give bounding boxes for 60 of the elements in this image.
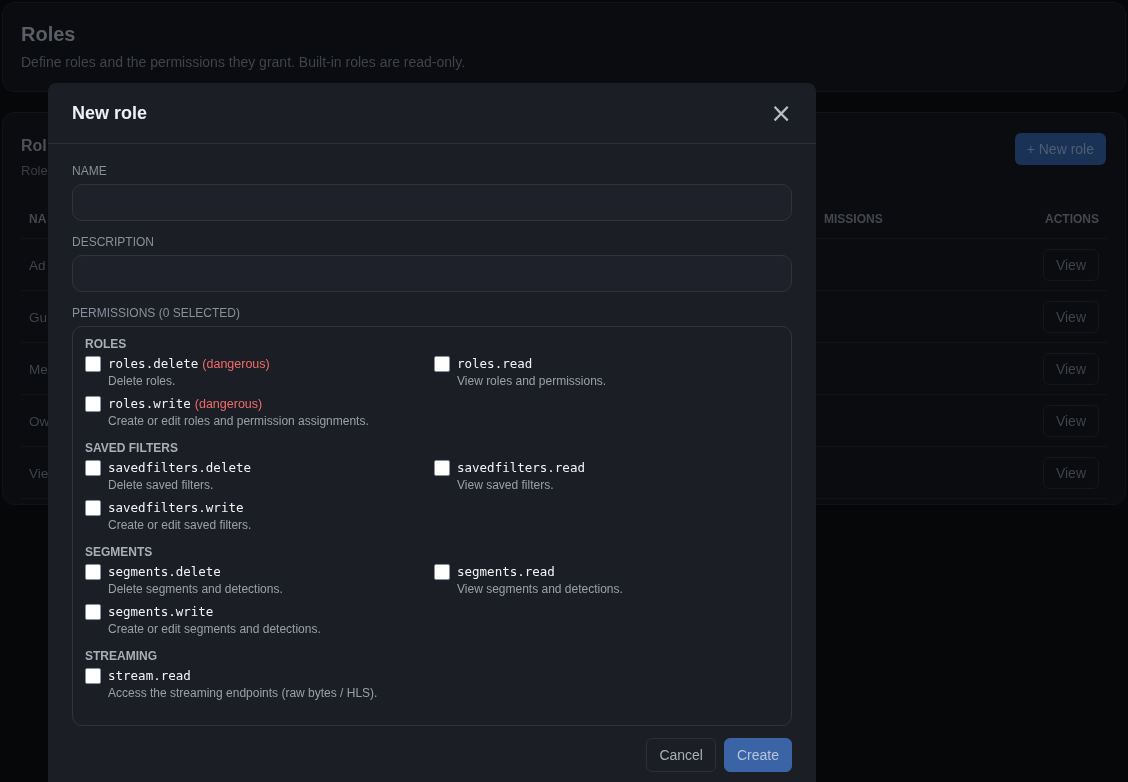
input-field[interactable] [72,255,792,292]
permission-description: View saved filters. [457,478,555,492]
permission-name: savedfilters.delete [108,460,251,475]
permission-name: roles.delete [108,356,199,371]
permission-name: segments.write [108,604,214,619]
checkbox[interactable] [434,356,450,372]
page-subtitle: Define roles and the permissions they grant. Built-in roles are read-only. [21,54,467,70]
group-title: STREAMING [85,649,158,663]
table-cell: Vie [29,465,49,481]
column-header: NA [28,212,48,226]
group-title: ROLES [85,337,128,351]
card-title: Rol [21,137,48,155]
checkbox[interactable] [85,668,101,684]
checkbox[interactable] [85,396,101,412]
page-title: Roles [21,23,77,46]
checkbox[interactable] [85,604,101,620]
permission-name: roles.read [457,356,533,371]
permission-description: View roles and permissions. [457,374,607,388]
permission-name: segments.read [457,564,555,579]
field-label: PERMISSIONS (0 SELECTED) [72,306,242,320]
permission-name: savedfilters.read [457,460,585,475]
permission-name: stream.read [108,668,191,683]
create-button[interactable]: Create [723,738,792,772]
group-title: SAVED FILTERS [85,441,179,455]
view-button[interactable]: View [1042,248,1099,281]
close-button[interactable]: × [770,100,792,126]
permission-description: Create or edit saved filters. [108,518,252,532]
permission-description: View segments and detections. [457,582,623,596]
table-cell: Ad [29,257,46,273]
dialog-title: New role [72,102,148,124]
checkbox[interactable] [434,564,450,580]
permission-name: savedfilters.write [108,500,244,515]
input-field[interactable] [72,184,792,221]
field-label: NAME [72,164,108,178]
column-header: ACTIONS [1044,212,1100,226]
permission-description: Delete roles. [108,374,177,388]
table-cell: Gu [29,309,47,325]
permission-description: Delete segments and detections. [108,582,283,596]
field-label: DESCRIPTION [72,235,155,249]
table-cell: Me [29,361,48,377]
checkbox[interactable] [434,460,450,476]
view-button[interactable]: View [1042,456,1099,489]
permission-description: Create or edit segments and detections. [108,622,321,636]
view-button[interactable]: View [1042,300,1099,333]
danger-label: (dangerous) [194,397,263,411]
permission-name: roles.write [108,396,191,411]
permission-description: Create or edit roles and permission assignments. [108,414,369,428]
checkbox[interactable] [85,564,101,580]
permission-description: Delete saved filters. [108,478,215,492]
cancel-button[interactable]: Cancel [646,738,716,772]
checkbox[interactable] [85,356,101,372]
group-title: SEGMENTS [85,545,154,559]
checkbox[interactable] [85,500,101,516]
danger-label: (dangerous) [202,357,270,371]
permission-name: segments.delete [108,564,221,579]
column-header: MISSIONS [824,212,884,226]
permission-description: Access the streaming endpoints (raw bytes / HLS). [108,686,378,700]
view-button[interactable]: View [1042,404,1099,437]
view-button[interactable]: View [1042,352,1099,385]
checkbox[interactable] [85,460,101,476]
